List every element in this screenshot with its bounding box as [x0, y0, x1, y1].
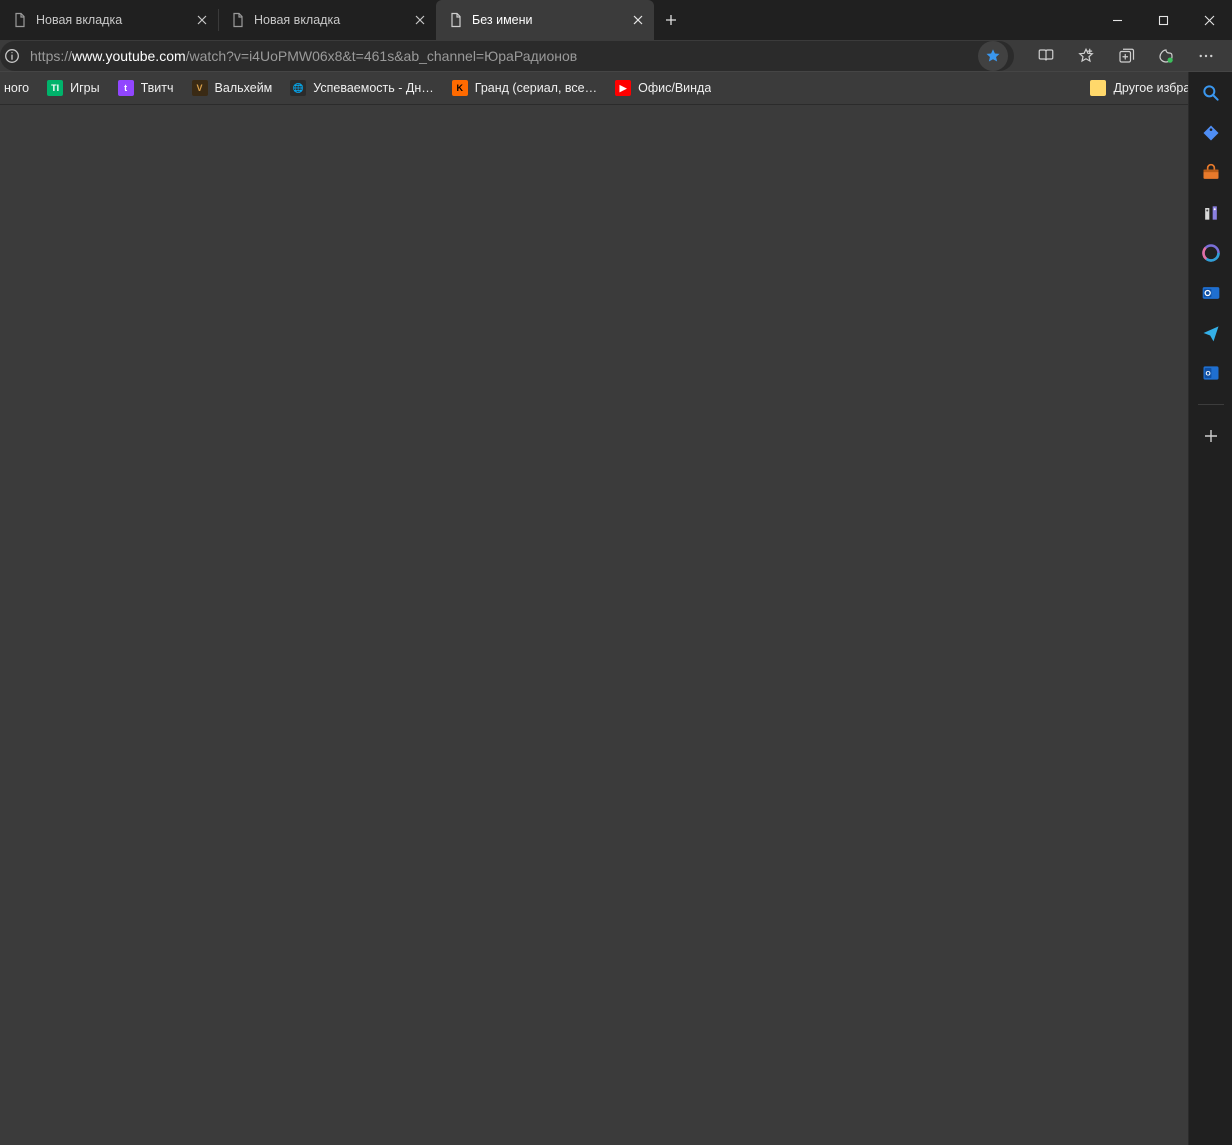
page-content	[0, 105, 1144, 1145]
tab-title: Новая вкладка	[36, 13, 186, 27]
minimize-button[interactable]	[1094, 0, 1140, 40]
bookmark-item[interactable]: ного	[0, 77, 37, 99]
shopping-icon[interactable]	[1195, 158, 1227, 188]
bookmark-label: ного	[4, 81, 29, 95]
reading-list-button[interactable]	[1026, 40, 1066, 72]
favicon-icon: ▶	[615, 80, 631, 96]
browser-essentials-button[interactable]	[1146, 40, 1186, 72]
coupons-icon[interactable]	[1195, 118, 1227, 148]
page-icon	[448, 12, 464, 28]
bookmark-item[interactable]: 🌐 Успеваемость - Дн…	[282, 76, 442, 100]
add-sidebar-button[interactable]	[1195, 421, 1227, 451]
tab-title: Новая вкладка	[254, 13, 404, 27]
page-icon	[230, 12, 246, 28]
search-icon[interactable]	[1195, 78, 1227, 108]
sidebar-separator	[1198, 404, 1224, 405]
outlook-icon[interactable]	[1195, 278, 1227, 308]
tab-strip: Новая вкладка Новая вкладка Без имени	[0, 0, 688, 40]
bookmark-label: Успеваемость - Дн…	[313, 81, 434, 95]
tab-title: Без имени	[472, 13, 622, 27]
bookmark-item[interactable]: t Твитч	[110, 76, 182, 100]
bookmark-label: Твитч	[141, 81, 174, 95]
close-tab-button[interactable]	[194, 12, 210, 28]
favorite-star-button[interactable]	[978, 41, 1008, 71]
omnibox[interactable]: https://www.youtube.com/watch?v=i4UoPMW0…	[0, 41, 1014, 71]
maximize-button[interactable]	[1140, 0, 1186, 40]
send-icon[interactable]	[1195, 318, 1227, 348]
games-icon[interactable]	[1195, 198, 1227, 228]
site-info-icon[interactable]	[4, 42, 24, 70]
window-controls	[1094, 0, 1232, 40]
tab-item[interactable]: Новая вкладка	[218, 0, 436, 40]
bookmark-label: Игры	[70, 81, 99, 95]
url-text: https://www.youtube.com/watch?v=i4UoPMW0…	[30, 48, 978, 64]
svg-text:O: O	[1205, 371, 1210, 378]
tab-item-active[interactable]: Без имени	[436, 0, 654, 40]
office-icon[interactable]: O	[1195, 358, 1227, 388]
bookmark-item[interactable]: TI Игры	[39, 76, 107, 100]
toolbar-actions	[1020, 40, 1232, 72]
url-host: www.youtube.com	[72, 48, 186, 64]
title-bar: Новая вкладка Новая вкладка Без имени	[0, 0, 1232, 40]
page-icon	[12, 12, 28, 28]
collections-button[interactable]	[1106, 40, 1146, 72]
favorites-button[interactable]	[1066, 40, 1106, 72]
bookmark-label: Офис/Винда	[638, 81, 711, 95]
favicon-icon: 🌐	[290, 80, 306, 96]
draggable-area	[688, 0, 1094, 40]
bookmark-item[interactable]: V Вальхейм	[184, 76, 281, 100]
favicon-icon: t	[118, 80, 134, 96]
close-window-button[interactable]	[1186, 0, 1232, 40]
favicon-icon: V	[192, 80, 208, 96]
bookmark-item[interactable]: K Гранд (сериал, все…	[444, 76, 605, 100]
bookmark-label: Гранд (сериал, все…	[475, 81, 597, 95]
bookmark-label: Вальхейм	[215, 81, 273, 95]
bookmarks-bar: ного TI Игры t Твитч V Вальхейм 🌐 Успева…	[0, 72, 1232, 105]
address-bar: https://www.youtube.com/watch?v=i4UoPMW0…	[0, 40, 1232, 72]
favicon-icon: K	[452, 80, 468, 96]
close-tab-button[interactable]	[412, 12, 428, 28]
bookmark-item[interactable]: ▶ Офис/Винда	[607, 76, 719, 100]
new-tab-button[interactable]	[654, 0, 688, 40]
more-menu-button[interactable]	[1186, 40, 1226, 72]
favicon-icon: TI	[47, 80, 63, 96]
close-tab-button[interactable]	[630, 12, 646, 28]
url-path: /watch?v=i4UoPMW06x8&t=461s&ab_channel=Ю…	[186, 48, 578, 64]
tab-item[interactable]: Новая вкладка	[0, 0, 218, 40]
microsoft365-icon[interactable]	[1195, 238, 1227, 268]
url-scheme: https://	[30, 48, 72, 64]
edge-sidebar: O	[1188, 72, 1232, 1145]
folder-icon	[1090, 80, 1106, 96]
